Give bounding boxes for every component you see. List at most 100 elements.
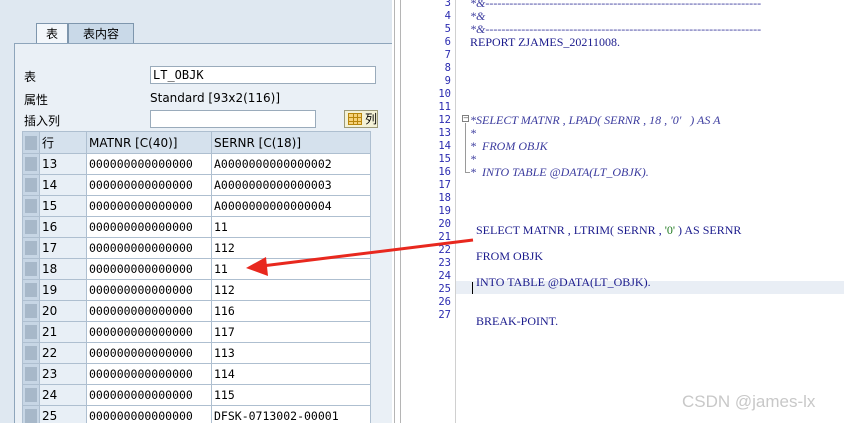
line-number: 17 bbox=[438, 179, 451, 191]
cell-matnr[interactable]: 000000000000000 bbox=[86, 405, 212, 423]
column-button[interactable]: 列 bbox=[344, 110, 378, 128]
row-selector[interactable] bbox=[22, 153, 40, 175]
table-row[interactable]: 22 000000000000000 113 bbox=[22, 342, 371, 364]
table-row[interactable]: 13 000000000000000 A0000000000000002 bbox=[22, 153, 371, 175]
cell-sernr[interactable]: 116 bbox=[211, 300, 371, 322]
cell-sernr[interactable]: 114 bbox=[211, 363, 371, 385]
code-line: SELECT MATNR , LTRIM( SERNR , '0' ) AS S… bbox=[470, 223, 742, 237]
table-columns-icon bbox=[348, 113, 362, 125]
cell-matnr[interactable]: 000000000000000 bbox=[86, 153, 212, 175]
table-row[interactable]: 17 000000000000000 112 bbox=[22, 237, 371, 259]
table-field-label: 表 bbox=[24, 70, 37, 84]
line-number: 5 bbox=[444, 23, 451, 35]
table-row[interactable]: 16 000000000000000 11 bbox=[22, 216, 371, 238]
table-row[interactable]: 18 000000000000000 11 bbox=[22, 258, 371, 280]
row-number: 17 bbox=[39, 237, 87, 259]
line-number: 9 bbox=[444, 75, 451, 87]
row-selector[interactable] bbox=[22, 300, 40, 322]
line-number: 11 bbox=[438, 101, 451, 113]
cell-sernr[interactable]: 115 bbox=[211, 384, 371, 406]
table-row[interactable]: 25 000000000000000 DFSK-0713002-00001 bbox=[22, 405, 371, 423]
row-selector[interactable] bbox=[22, 405, 40, 423]
table-row[interactable]: 24 000000000000000 115 bbox=[22, 384, 371, 406]
cell-matnr[interactable]: 000000000000000 bbox=[86, 363, 212, 385]
cell-sernr[interactable]: DFSK-0713002-00001 bbox=[211, 405, 371, 423]
table-row[interactable]: 23 000000000000000 114 bbox=[22, 363, 371, 385]
cell-matnr[interactable]: 000000000000000 bbox=[86, 279, 212, 301]
line-number: 22 bbox=[438, 244, 451, 256]
cell-sernr[interactable]: 11 bbox=[211, 216, 371, 238]
code-comment-line: *SELECT MATNR , LPAD( SERNR , 18 , '0' )… bbox=[470, 113, 721, 127]
code-editor[interactable]: − 3 *&-----------------------------------… bbox=[404, 0, 844, 423]
cell-matnr[interactable]: 000000000000000 bbox=[86, 321, 212, 343]
cell-sernr[interactable]: A0000000000000004 bbox=[211, 195, 371, 217]
cell-sernr[interactable]: A0000000000000003 bbox=[211, 174, 371, 196]
cell-matnr[interactable]: 000000000000000 bbox=[86, 258, 212, 280]
table-row[interactable]: 21 000000000000000 117 bbox=[22, 321, 371, 343]
line-number: 18 bbox=[438, 192, 451, 204]
line-number: 15 bbox=[438, 153, 451, 165]
cell-sernr[interactable]: 112 bbox=[211, 279, 371, 301]
row-number: 14 bbox=[39, 174, 87, 196]
tab-table[interactable]: 表 bbox=[36, 23, 68, 43]
code-comment-line: * FROM OBJK bbox=[470, 139, 548, 153]
cell-sernr[interactable]: 112 bbox=[211, 237, 371, 259]
column-header-sernr[interactable]: SERNR [C(18)] bbox=[211, 131, 371, 154]
cell-matnr[interactable]: 000000000000000 bbox=[86, 300, 212, 322]
table-row[interactable]: 15 000000000000000 A0000000000000004 bbox=[22, 195, 371, 217]
cell-sernr[interactable]: 113 bbox=[211, 342, 371, 364]
row-selector[interactable] bbox=[22, 342, 40, 364]
cell-matnr[interactable]: 000000000000000 bbox=[86, 237, 212, 259]
line-number: 4 bbox=[444, 10, 451, 22]
column-header-row[interactable]: 行 bbox=[39, 131, 87, 154]
cell-sernr[interactable]: 117 bbox=[211, 321, 371, 343]
column-header-matnr[interactable]: MATNR [C(40)] bbox=[86, 131, 212, 154]
cell-sernr[interactable]: A0000000000000002 bbox=[211, 153, 371, 175]
code-line: FROM OBJK bbox=[470, 249, 544, 263]
table-viewer-panel: 表 表内容 表 LT_OBJK 属性 Standard [93x2(116)] … bbox=[0, 0, 392, 423]
row-number: 21 bbox=[39, 321, 87, 343]
cell-matnr[interactable]: 000000000000000 bbox=[86, 195, 212, 217]
row-selector[interactable] bbox=[22, 174, 40, 196]
row-number: 19 bbox=[39, 279, 87, 301]
line-number: 3 bbox=[444, 0, 451, 9]
line-number: 10 bbox=[438, 88, 451, 100]
cell-matnr[interactable]: 000000000000000 bbox=[86, 384, 212, 406]
tab-strip: 表 表内容 bbox=[0, 0, 392, 44]
row-selector[interactable] bbox=[22, 216, 40, 238]
tab-table-content[interactable]: 表内容 bbox=[68, 23, 134, 43]
row-selector[interactable] bbox=[22, 195, 40, 217]
row-selector[interactable] bbox=[22, 279, 40, 301]
row-number: 22 bbox=[39, 342, 87, 364]
line-number: 19 bbox=[438, 205, 451, 217]
row-number: 16 bbox=[39, 216, 87, 238]
row-selector[interactable] bbox=[22, 237, 40, 259]
grid-header-row: 行 MATNR [C(40)] SERNR [C(18)] bbox=[22, 131, 371, 154]
table-name-field[interactable]: LT_OBJK bbox=[150, 66, 376, 84]
select-all-cell[interactable] bbox=[22, 131, 40, 154]
row-number: 18 bbox=[39, 258, 87, 280]
column-button-label: 列 bbox=[365, 112, 378, 126]
cell-sernr[interactable]: 11 bbox=[211, 258, 371, 280]
line-number: 7 bbox=[444, 49, 451, 61]
cell-matnr[interactable]: 000000000000000 bbox=[86, 216, 212, 238]
code-line: REPORT ZJAMES_20211008. bbox=[470, 35, 620, 49]
fold-toggle-icon[interactable]: − bbox=[462, 115, 469, 122]
row-selector[interactable] bbox=[22, 363, 40, 385]
cell-matnr[interactable]: 000000000000000 bbox=[86, 342, 212, 364]
insert-column-input[interactable] bbox=[150, 110, 316, 128]
gutter-separator bbox=[455, 0, 456, 423]
row-selector[interactable] bbox=[22, 384, 40, 406]
line-number: 14 bbox=[438, 140, 451, 152]
row-selector[interactable] bbox=[22, 258, 40, 280]
row-selector[interactable] bbox=[22, 321, 40, 343]
splitter[interactable] bbox=[392, 0, 404, 423]
code-line: INTO TABLE @DATA(LT_OBJK). bbox=[470, 275, 651, 289]
table-row[interactable]: 20 000000000000000 116 bbox=[22, 300, 371, 322]
cell-matnr[interactable]: 000000000000000 bbox=[86, 174, 212, 196]
insert-column-label: 插入列 bbox=[24, 114, 61, 128]
row-number: 13 bbox=[39, 153, 87, 175]
line-number: 16 bbox=[438, 166, 451, 178]
table-row[interactable]: 14 000000000000000 A0000000000000003 bbox=[22, 174, 371, 196]
table-row[interactable]: 19 000000000000000 112 bbox=[22, 279, 371, 301]
